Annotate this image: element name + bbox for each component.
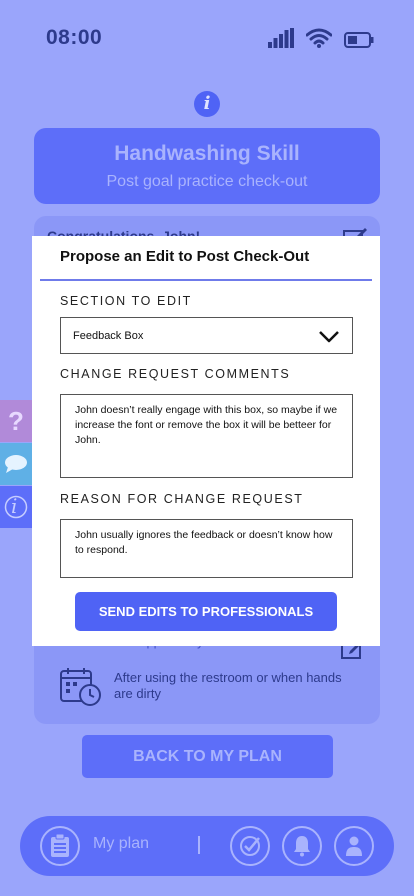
nav-separator bbox=[198, 836, 200, 854]
nav-check-button[interactable] bbox=[230, 826, 270, 866]
nav-my-plan-label[interactable]: My plan bbox=[93, 835, 149, 853]
chat-tab[interactable] bbox=[0, 443, 32, 485]
skill-subtitle: Post goal practice check-out bbox=[106, 173, 308, 190]
nav-my-plan-button[interactable] bbox=[40, 826, 80, 866]
reason-textarea[interactable]: John usually ignores the feedback or doe… bbox=[60, 519, 353, 578]
bottom-nav: My plan bbox=[20, 816, 394, 876]
propose-edit-modal: Propose an Edit to Post Check-Out SECTIO… bbox=[32, 236, 380, 646]
comments-label: CHANGE REQUEST COMMENTS bbox=[60, 367, 291, 381]
chat-bubble-icon bbox=[5, 455, 27, 473]
comments-textarea[interactable]: John doesn’t really engage with this box… bbox=[60, 394, 353, 478]
user-icon bbox=[346, 836, 362, 856]
nav-notifications-button[interactable] bbox=[282, 826, 322, 866]
skill-header-card: Handwashing Skill Post goal practice che… bbox=[34, 128, 380, 204]
nav-profile-button[interactable] bbox=[334, 826, 374, 866]
bell-icon bbox=[294, 836, 310, 857]
calendar-clock-icon bbox=[60, 668, 101, 706]
chevron-down-icon bbox=[319, 331, 339, 343]
modal-divider bbox=[40, 279, 372, 281]
battery-icon bbox=[344, 32, 374, 48]
clipboard-icon bbox=[51, 834, 69, 857]
section-select[interactable]: Feedback Box bbox=[60, 317, 353, 354]
info-tab[interactable]: i bbox=[0, 486, 32, 528]
info-icon[interactable]: i bbox=[194, 91, 220, 117]
next-opportunity-text: After using the restroom or when hands a… bbox=[114, 670, 342, 701]
status-bar: 08:00 bbox=[0, 0, 414, 80]
checkmark-icon bbox=[240, 836, 260, 856]
status-time: 08:00 bbox=[46, 26, 103, 49]
back-to-plan-button[interactable]: BACK TO MY PLAN bbox=[82, 735, 333, 778]
send-edits-button[interactable]: SEND EDITS TO PROFESSIONALS bbox=[75, 592, 337, 631]
info-tab-letter: i bbox=[11, 494, 18, 518]
wifi-icon bbox=[306, 28, 332, 48]
modal-title: Propose an Edit to Post Check-Out bbox=[60, 248, 310, 265]
signal-icon bbox=[268, 28, 294, 48]
status-icons bbox=[268, 28, 374, 48]
reason-label: REASON FOR CHANGE REQUEST bbox=[60, 492, 304, 506]
help-tab[interactable]: ? bbox=[0, 400, 32, 442]
section-select-value: Feedback Box bbox=[73, 330, 144, 342]
skill-title: Handwashing Skill bbox=[114, 142, 300, 165]
section-label: SECTION TO EDIT bbox=[60, 294, 192, 308]
